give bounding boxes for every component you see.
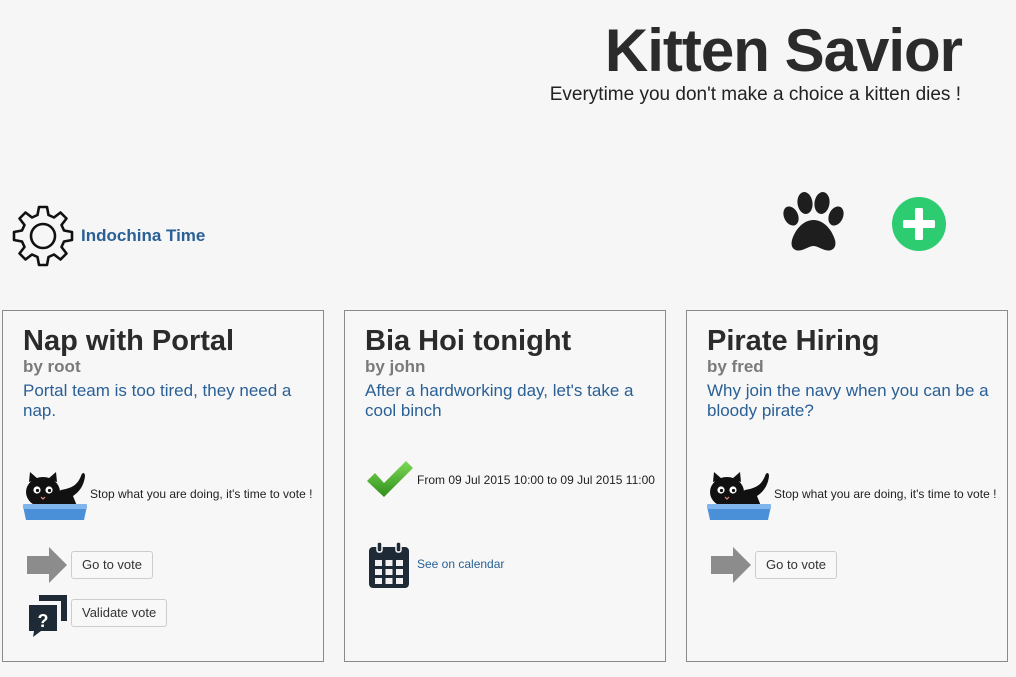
- card-title: Nap with Portal: [23, 325, 235, 357]
- vote-status-text: Stop what you are doing, it's time to vo…: [90, 487, 313, 501]
- timezone-link[interactable]: Indochina Time: [81, 226, 205, 246]
- see-on-calendar-link[interactable]: See on calendar: [417, 557, 504, 571]
- card-description: After a hardworking day, let's take a co…: [365, 381, 634, 420]
- card-author: by root: [23, 357, 81, 376]
- card-author: by john: [365, 357, 426, 376]
- poll-card-pirate-hiring: Pirate Hiring by fred Why join the navy …: [686, 310, 1008, 662]
- app-subtitle: Everytime you don't make a choice a kitt…: [549, 84, 961, 105]
- app-title: Kitten Savior: [604, 17, 963, 84]
- gear-icon[interactable]: [10, 203, 76, 269]
- go-to-vote-button[interactable]: Go to vote: [71, 551, 153, 579]
- cat-in-litter-box-icon: [21, 466, 89, 524]
- svg-text:?: ?: [38, 611, 49, 631]
- checkmark-icon: [365, 459, 415, 501]
- poll-card-bia-hoi-tonight: Bia Hoi tonight by john After a hardwork…: [344, 310, 666, 662]
- plus-circle-icon[interactable]: [891, 196, 947, 252]
- kitten-savior-page: Kitten Savior Everytime you don't make a…: [0, 0, 1016, 677]
- card-author: by fred: [707, 357, 764, 376]
- paw-icon[interactable]: [778, 190, 848, 256]
- vote-status-text: Stop what you are doing, it's time to vo…: [774, 487, 997, 501]
- card-title: Bia Hoi tonight: [365, 325, 572, 357]
- card-description: Why join the navy when you can be a bloo…: [707, 381, 989, 420]
- cat-in-litter-box-icon: [705, 466, 773, 524]
- poll-card-nap-with-portal: Nap with Portal by root Portal team is t…: [2, 310, 324, 662]
- event-date-range: From 09 Jul 2015 10:00 to 09 Jul 2015 11…: [417, 473, 655, 487]
- calendar-icon: [367, 540, 411, 590]
- validate-vote-button[interactable]: Validate vote: [71, 599, 168, 627]
- card-title: Pirate Hiring: [707, 325, 880, 357]
- go-to-vote-button[interactable]: Go to vote: [755, 551, 837, 579]
- arrow-right-icon: [25, 546, 69, 584]
- question-bubble-icon: ?: [25, 591, 69, 639]
- arrow-right-icon: [709, 546, 753, 584]
- card-description: Portal team is too tired, they need a na…: [23, 381, 292, 420]
